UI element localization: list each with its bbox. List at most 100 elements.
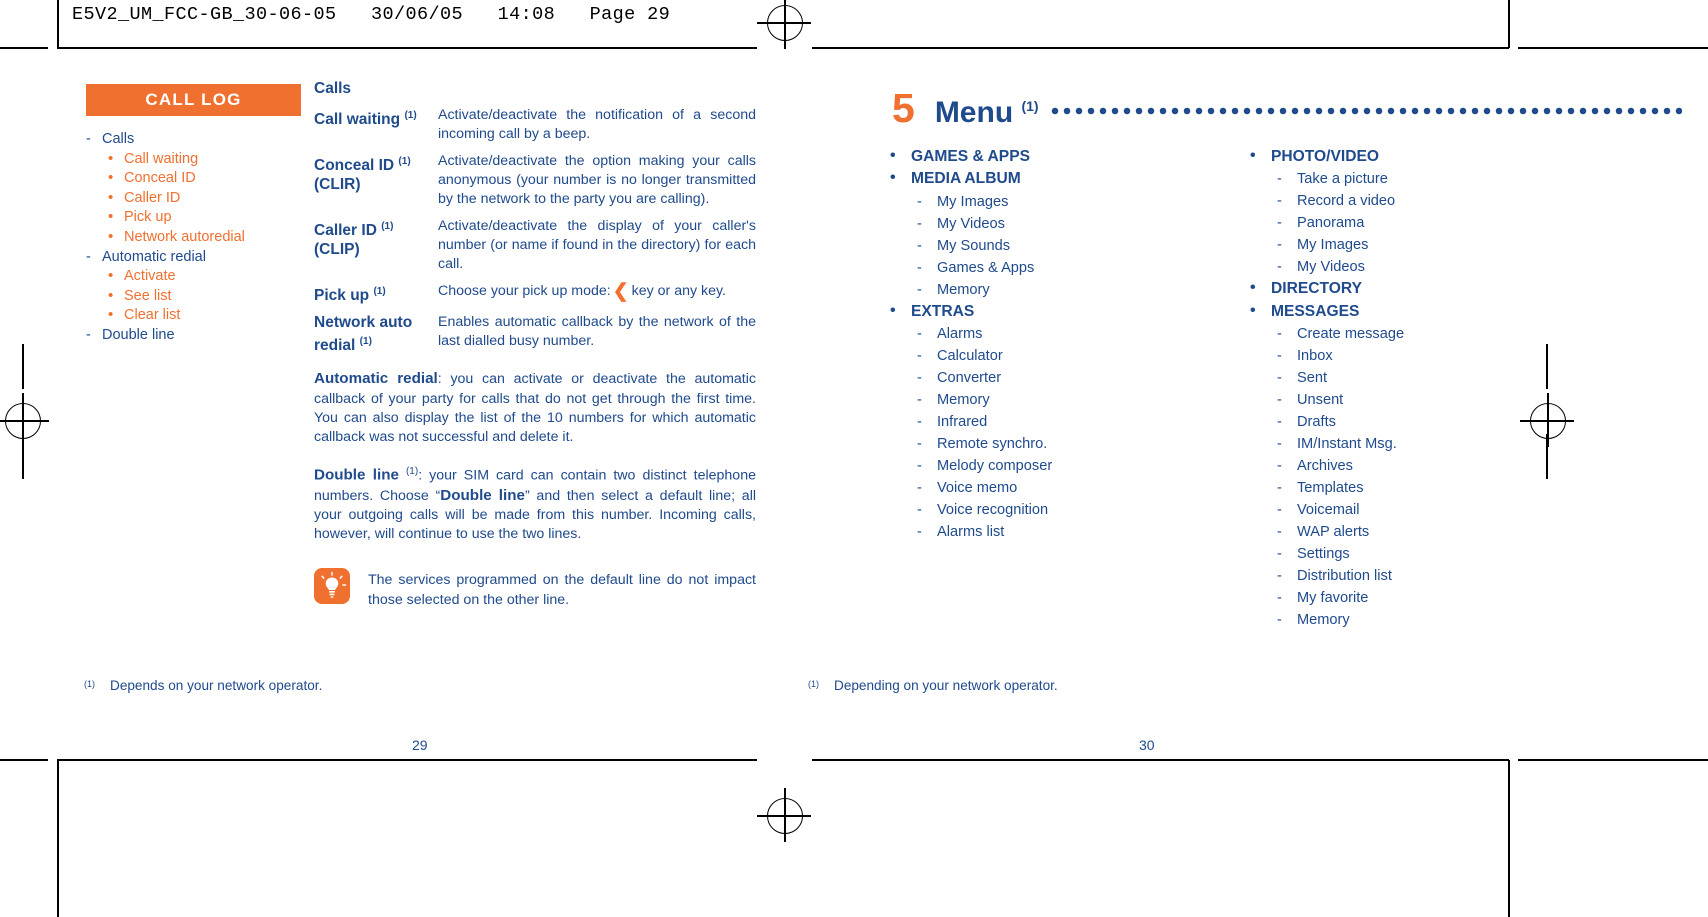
dash-marker: - <box>1277 171 1282 188</box>
menu-item-sub[interactable]: - My Images <box>884 191 1236 213</box>
menu-item-sub[interactable]: - My Sounds <box>884 235 1236 257</box>
menu-item-sub[interactable]: - Memory <box>1244 609 1596 631</box>
menu-item-sub[interactable]: - Games & Apps <box>884 257 1236 279</box>
sidebar-item-label: Activate <box>124 268 176 285</box>
menu-item-sub[interactable]: - IM/Instant Msg. <box>1244 433 1596 455</box>
menu-item-sub[interactable]: - My Videos <box>1244 256 1596 278</box>
sidebar-item-level2[interactable]: • Caller ID <box>86 189 301 209</box>
footnote-left: (1) Depends on your network operator. <box>84 678 644 693</box>
body-column: Calls Call waiting (1) Activate/deactiva… <box>314 80 756 610</box>
sidebar-item-level2[interactable]: • Conceal ID <box>86 169 301 189</box>
menu-item-sub[interactable]: - Unsent <box>1244 389 1596 411</box>
term-label-line2: (CLIP) <box>314 241 360 259</box>
menu-item-sub[interactable]: - Alarms <box>884 323 1236 345</box>
dash-marker: - <box>1277 259 1282 276</box>
menu-item-sub[interactable]: - Infrared <box>884 411 1236 433</box>
dash-marker: - <box>1277 413 1282 430</box>
sidebar-item-level2[interactable]: • See list <box>86 287 301 307</box>
menu-item-label: Take a picture <box>1297 171 1388 188</box>
dash-marker: - <box>1277 435 1282 452</box>
menu-item-top[interactable]: • MESSAGES <box>1244 301 1596 323</box>
paragraph-lead: Automatic redial <box>314 370 438 388</box>
menu-item-label: Alarms <box>937 325 983 342</box>
definition-term: Call waiting (1) <box>314 106 438 144</box>
dash-marker: - <box>917 237 922 254</box>
sidebar-item-level1[interactable]: - Double line <box>86 326 301 346</box>
menu-item-sub[interactable]: - Melody composer <box>884 455 1236 477</box>
menu-list-2: • PHOTO/VIDEO - Take a picture - Record a vid… <box>1244 146 1596 631</box>
menu-item-sub[interactable]: - Archives <box>1244 455 1596 477</box>
menu-item-top[interactable]: • EXTRAS <box>884 301 1236 323</box>
menu-item-top[interactable]: • MEDIA ALBUM <box>884 168 1236 190</box>
sidebar-item-level1[interactable]: - Calls <box>86 130 301 150</box>
menu-item-sub[interactable]: - Alarms list <box>884 521 1236 543</box>
bullet-marker: • <box>108 169 114 187</box>
term-label: Network auto <box>314 314 413 332</box>
dash-marker: - <box>1277 479 1282 496</box>
menu-item-sub[interactable]: - My Images <box>1244 234 1596 256</box>
dash-marker: - <box>1277 237 1282 254</box>
menu-item-sub[interactable]: - My favorite <box>1244 587 1596 609</box>
menu-item-top[interactable]: • DIRECTORY <box>1244 278 1596 300</box>
footnote-mark: (1) <box>808 679 819 689</box>
dash-marker: - <box>86 326 91 343</box>
footnote-mark: (1) <box>84 679 95 689</box>
footnote-ref: (1) <box>398 156 411 167</box>
sidebar-item-label: Network autoredial <box>124 228 245 245</box>
menu-item-sub[interactable]: - Memory <box>884 279 1236 301</box>
menu-item-sub[interactable]: - My Videos <box>884 213 1236 235</box>
dash-marker: - <box>1277 545 1282 562</box>
desc-after-key: key or any key. <box>631 283 726 299</box>
menu-item-sub[interactable]: - Voice memo <box>884 477 1236 499</box>
menu-item-sub[interactable]: - WAP alerts <box>1244 521 1596 543</box>
sidebar-item-label: Call waiting <box>124 150 199 167</box>
sidebar-item-label: Clear list <box>124 307 181 324</box>
menu-item-sub[interactable]: - Memory <box>884 389 1236 411</box>
bullet-marker: • <box>1250 279 1256 297</box>
menu-item-top[interactable]: • GAMES & APPS <box>884 146 1236 168</box>
menu-item-label: Settings <box>1297 545 1350 562</box>
sidebar-item-level2[interactable]: • Pick up <box>86 208 301 228</box>
sidebar-item-level1[interactable]: - Automatic redial <box>86 248 301 268</box>
menu-item-sub[interactable]: - Create message <box>1244 323 1596 345</box>
sidebar-item-level2[interactable]: • Clear list <box>86 306 301 326</box>
note-callout: The services programmed on the default l… <box>314 568 756 610</box>
dash-marker: - <box>917 259 922 276</box>
right-page: 5 Menu (1) • GAMES & APPS • MEDIA ALBUM - My … <box>808 0 1708 917</box>
definition-row-call-waiting: Call waiting (1) Activate/deactivate the… <box>314 106 756 144</box>
sidebar-item-label: See list <box>124 287 172 304</box>
menu-item-sub[interactable]: - Inbox <box>1244 345 1596 367</box>
sidebar-item-level2[interactable]: • Network autoredial <box>86 228 301 248</box>
sidebar-toc-list: - Calls • Call waiting • Conceal ID • Caller ID… <box>86 130 301 346</box>
definition-description: Activate/deactivate the display of your … <box>438 218 756 272</box>
menu-item-label: Panorama <box>1297 215 1365 232</box>
menu-item-sub[interactable]: - Take a picture <box>1244 168 1596 190</box>
menu-item-label: Alarms list <box>937 523 1005 540</box>
menu-item-sub[interactable]: - Sent <box>1244 367 1596 389</box>
menu-item-label: Record a video <box>1297 193 1396 210</box>
menu-item-sub[interactable]: - Voice recognition <box>884 499 1236 521</box>
menu-item-label: Memory <box>1297 611 1350 628</box>
menu-item-sub[interactable]: - Remote synchro. <box>884 433 1236 455</box>
menu-item-sub[interactable]: - Panorama <box>1244 212 1596 234</box>
chapter-heading: 5 Menu (1) <box>892 88 1682 129</box>
menu-item-label: GAMES & APPS <box>911 148 1030 165</box>
term-label: Call waiting <box>314 111 401 129</box>
footnote-ref: (1) <box>1021 98 1039 114</box>
menu-item-sub[interactable]: - Converter <box>884 367 1236 389</box>
dash-marker: - <box>1277 391 1282 408</box>
menu-item-sub[interactable]: - Settings <box>1244 543 1596 565</box>
menu-item-label: Sent <box>1297 369 1328 386</box>
sidebar-item-level2[interactable]: • Call waiting <box>86 150 301 170</box>
menu-item-top[interactable]: • PHOTO/VIDEO <box>1244 146 1596 168</box>
bullet-marker: • <box>108 208 114 226</box>
menu-item-sub[interactable]: - Distribution list <box>1244 565 1596 587</box>
menu-item-label: Unsent <box>1297 391 1344 408</box>
menu-item-sub[interactable]: - Voicemail <box>1244 499 1596 521</box>
menu-item-sub[interactable]: - Record a video <box>1244 190 1596 212</box>
menu-item-sub[interactable]: - Calculator <box>884 345 1236 367</box>
menu-item-sub[interactable]: - Drafts <box>1244 411 1596 433</box>
dash-marker: - <box>917 435 922 452</box>
sidebar-item-level2[interactable]: • Activate <box>86 267 301 287</box>
menu-item-sub[interactable]: - Templates <box>1244 477 1596 499</box>
